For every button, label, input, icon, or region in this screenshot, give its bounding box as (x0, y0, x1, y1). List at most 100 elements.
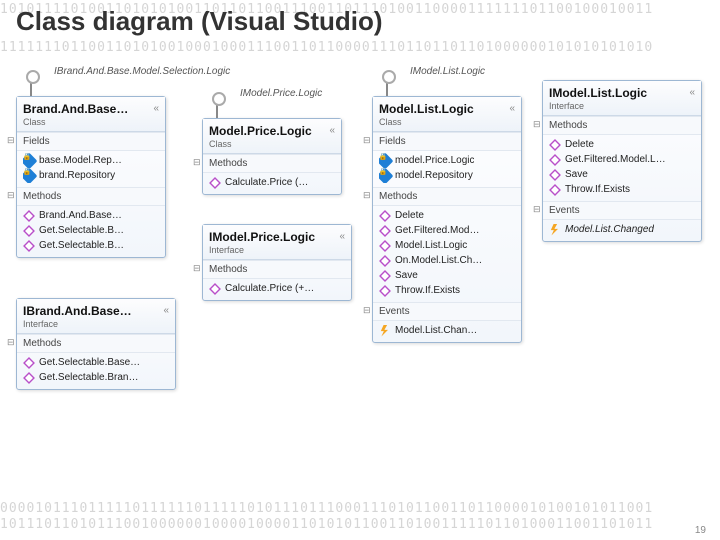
member-label: Throw.If.Exists (395, 285, 460, 296)
section-methods[interactable]: Methods (17, 334, 175, 353)
method-member[interactable]: Get.Selectable.Base… (23, 355, 171, 370)
class-stereotype: Class (23, 117, 159, 127)
member-label: Get.Filtered.Model.L… (565, 154, 666, 165)
member-label: Save (565, 169, 588, 180)
field-member[interactable]: base.Model.Rep… (23, 153, 161, 168)
class-box-brand-base[interactable]: IBrand.And.Base.Model.Selection.Logic Br… (16, 80, 166, 258)
method-member[interactable]: Delete (549, 137, 697, 152)
method-icon (379, 240, 391, 252)
field-member[interactable]: model.Price.Logic (379, 153, 517, 168)
collapse-chevron-icon[interactable]: « (339, 231, 345, 242)
event-member[interactable]: Model.List.Changed (549, 222, 697, 237)
method-icon (379, 285, 391, 297)
lollipop-icon: IModel.Price.Logic (216, 102, 218, 118)
lollipop-label: IModel.List.Logic (410, 66, 485, 77)
member-label: Get.Selectable.B… (39, 225, 124, 236)
section-events[interactable]: Events (543, 201, 701, 220)
method-member[interactable]: Get.Selectable.B… (23, 238, 161, 253)
event-member[interactable]: Model.List.Chan… (379, 323, 517, 338)
section-events[interactable]: Events (373, 302, 521, 321)
interface-name: IBrand.And.Base… (23, 304, 169, 318)
section-methods[interactable]: Methods (543, 116, 701, 135)
member-label: Delete (395, 210, 424, 221)
method-member[interactable]: Get.Selectable.B… (23, 223, 161, 238)
interface-stereotype: Interface (23, 319, 169, 329)
method-member[interactable]: Brand.And.Base… (23, 208, 161, 223)
member-label: brand.Repository (39, 170, 115, 181)
method-icon (23, 225, 35, 237)
method-member[interactable]: Get.Filtered.Model.L… (549, 152, 697, 167)
method-member[interactable]: Save (379, 268, 517, 283)
collapse-chevron-icon[interactable]: « (153, 103, 159, 114)
class-box-model-list[interactable]: IModel.List.Logic Model.List.Logic Class… (372, 80, 522, 343)
lollipop-icon: IModel.List.Logic (386, 80, 388, 96)
box-header[interactable]: IModel.Price.Logic Interface « (203, 225, 351, 260)
member-label: Get.Selectable.Bran… (39, 372, 139, 383)
method-icon (209, 177, 221, 189)
method-private-icon (379, 255, 391, 267)
method-member[interactable]: Throw.If.Exists (549, 182, 697, 197)
collapse-chevron-icon[interactable]: « (689, 87, 695, 98)
section-methods[interactable]: Methods (203, 260, 351, 279)
method-icon (23, 240, 35, 252)
interface-box-imodel-list[interactable]: IModel.List.Logic Interface « Methods De… (542, 80, 702, 242)
member-label: On.Model.List.Ch… (395, 255, 482, 266)
diagram-canvas[interactable]: IBrand.And.Base.Model.Selection.Logic Br… (16, 62, 704, 496)
method-icon (549, 184, 561, 196)
class-stereotype: Class (379, 117, 515, 127)
class-box-model-price[interactable]: IModel.Price.Logic Model.Price.Logic Cla… (202, 102, 342, 195)
box-header[interactable]: IBrand.And.Base… Interface « (17, 299, 175, 334)
box-header[interactable]: Model.Price.Logic Class « (203, 119, 341, 154)
field-member[interactable]: model.Repository (379, 168, 517, 183)
member-label: Get.Filtered.Mod… (395, 225, 479, 236)
collapse-chevron-icon[interactable]: « (163, 305, 169, 316)
collapse-chevron-icon[interactable]: « (509, 103, 515, 114)
bg-bits: 1011101101011100100000010000100001101010… (0, 517, 720, 532)
event-icon (379, 325, 391, 337)
member-label: Get.Selectable.Base… (39, 357, 140, 368)
method-member[interactable]: On.Model.List.Ch… (379, 253, 517, 268)
method-member[interactable]: Get.Filtered.Mod… (379, 223, 517, 238)
class-name: Model.Price.Logic (209, 124, 335, 138)
section-fields[interactable]: Fields (17, 132, 165, 151)
method-icon (549, 139, 561, 151)
lollipop-label: IModel.Price.Logic (240, 88, 322, 99)
interface-stereotype: Interface (549, 101, 695, 111)
section-methods[interactable]: Methods (203, 154, 341, 173)
method-member[interactable]: Delete (379, 208, 517, 223)
method-icon (549, 154, 561, 166)
member-label: Model.List.Logic (395, 240, 467, 251)
bg-bits: 1111111011001101010010001000111001101100… (0, 40, 720, 55)
section-methods[interactable]: Methods (373, 187, 521, 206)
method-member[interactable]: Model.List.Logic (379, 238, 517, 253)
box-header[interactable]: Model.List.Logic Class « (373, 97, 521, 132)
section-fields[interactable]: Fields (373, 132, 521, 151)
method-icon (379, 225, 391, 237)
lollipop-icon: IBrand.And.Base.Model.Selection.Logic (30, 80, 32, 96)
bg-bits: 0000101110111110111111011111010111011100… (0, 501, 720, 516)
member-label: model.Repository (395, 170, 473, 181)
method-member[interactable]: Get.Selectable.Bran… (23, 370, 171, 385)
class-stereotype: Class (209, 139, 335, 149)
field-private-icon (23, 168, 37, 183)
field-private-icon (23, 153, 37, 168)
method-member[interactable]: Calculate.Price (… (209, 175, 337, 190)
section-methods[interactable]: Methods (17, 187, 165, 206)
member-label: Save (395, 270, 418, 281)
member-label: base.Model.Rep… (39, 155, 122, 166)
method-member[interactable]: Calculate.Price (+… (209, 281, 347, 296)
collapse-chevron-icon[interactable]: « (329, 125, 335, 136)
method-member[interactable]: Save (549, 167, 697, 182)
box-header[interactable]: IModel.List.Logic Interface « (543, 81, 701, 116)
member-label: Get.Selectable.B… (39, 240, 124, 251)
method-member[interactable]: Throw.If.Exists (379, 283, 517, 298)
method-icon (379, 270, 391, 282)
member-label: Brand.And.Base… (39, 210, 122, 221)
field-private-icon (379, 153, 393, 168)
interface-box-ibrand-base[interactable]: IBrand.And.Base… Interface « Methods Get… (16, 298, 176, 390)
event-icon (549, 224, 561, 236)
box-header[interactable]: Brand.And.Base… Class « (17, 97, 165, 132)
field-member[interactable]: brand.Repository (23, 168, 161, 183)
member-label: Calculate.Price (+… (225, 283, 314, 294)
interface-box-imodel-price[interactable]: IModel.Price.Logic Interface « Methods C… (202, 224, 352, 301)
